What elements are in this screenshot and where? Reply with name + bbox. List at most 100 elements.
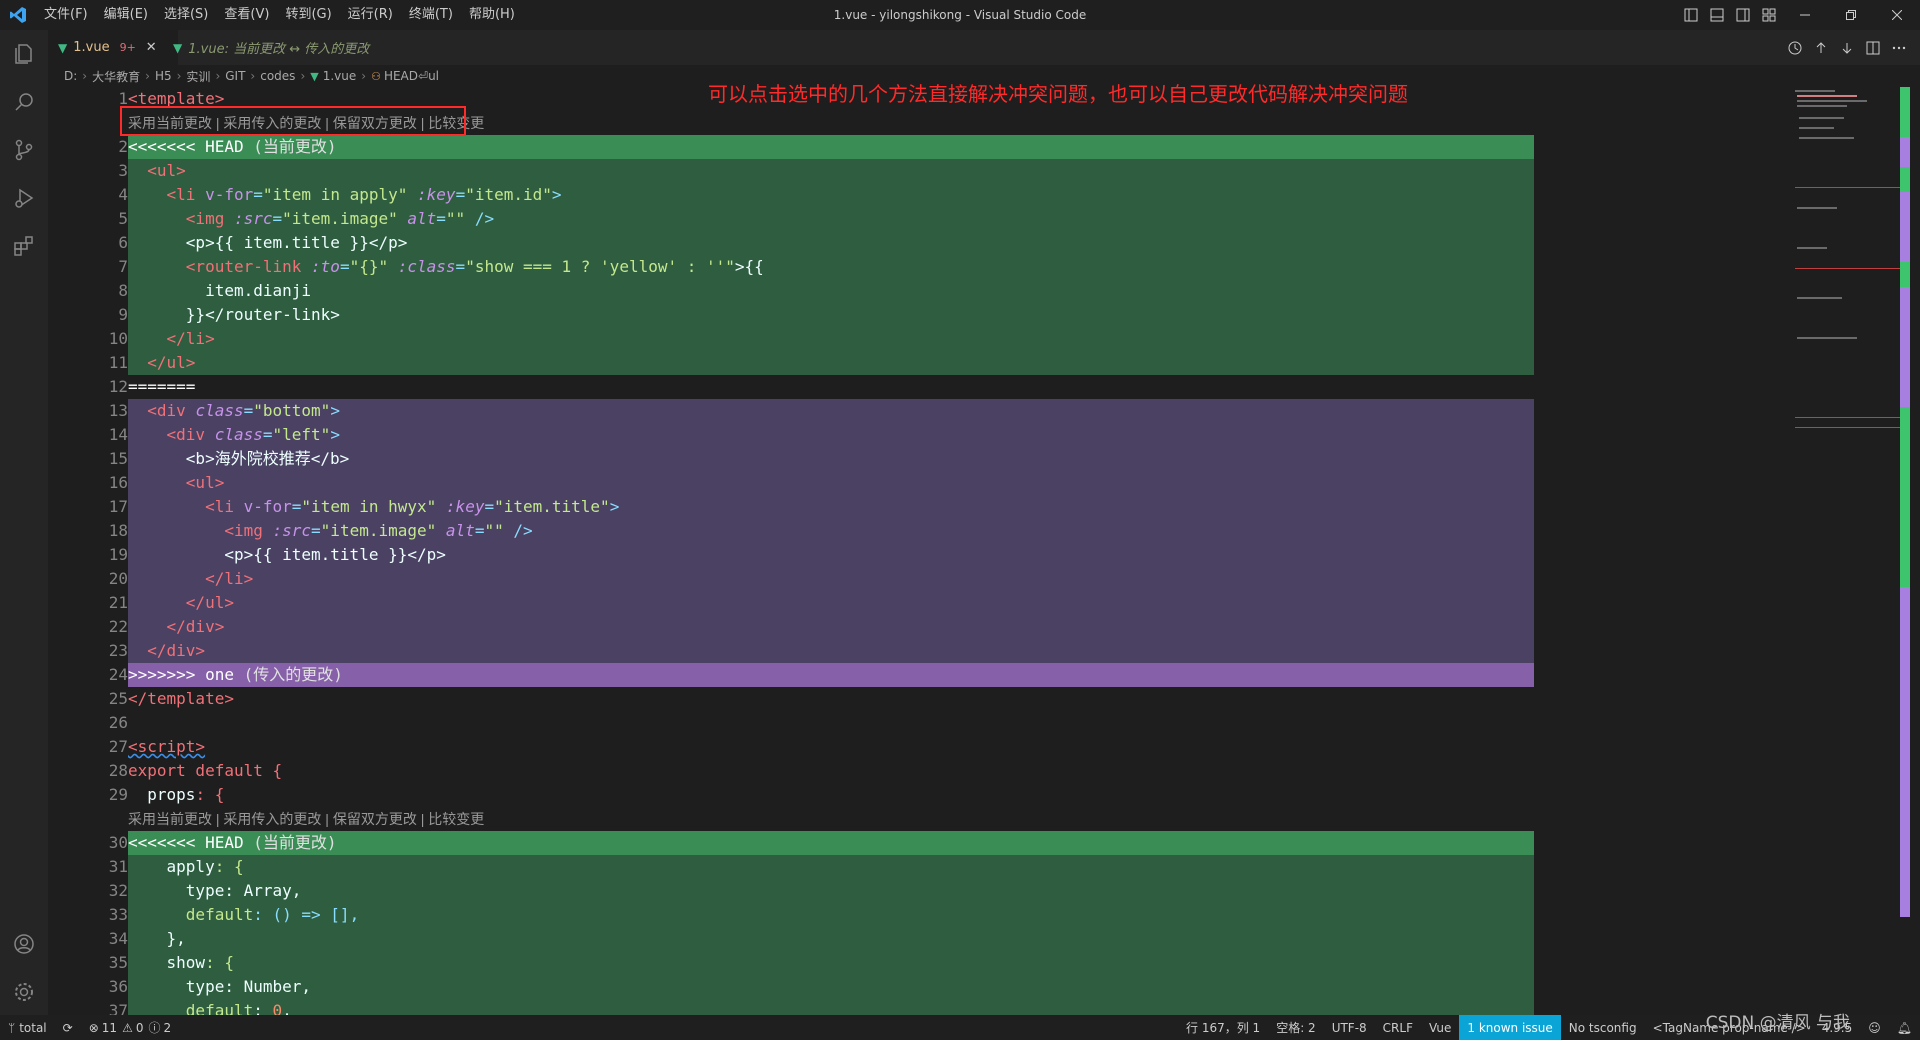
tab-label: 1.vue [73,40,110,55]
line-number: 17 [108,497,128,516]
code-line: <div class="bottom"> [128,399,1534,423]
breadcrumb-item[interactable]: 大华教育 [92,68,140,85]
conflict-marker: <<<<<<< HEAD [128,833,244,852]
restore-icon[interactable] [1828,0,1874,30]
line-number: 2 [118,137,128,156]
menu-bar: 文件(F) 编辑(E) 选择(S) 查看(V) 转到(G) 运行(R) 终端(T… [36,0,523,30]
code-token: :src [233,209,273,228]
minimap[interactable] [1785,87,1910,1015]
encoding[interactable]: UTF-8 [1324,1015,1375,1040]
menu-run[interactable]: 运行(R) [340,0,401,30]
menu-edit[interactable]: 编辑(E) [96,0,156,30]
code-line: <ul> [128,159,1534,183]
line-number: 12 [108,377,128,396]
minimize-icon[interactable] [1782,0,1828,30]
line-number: 8 [118,281,128,300]
next-change-icon[interactable] [1836,37,1858,59]
vue-file-icon: ▼ [58,40,68,55]
run-debug-icon[interactable] [0,174,48,222]
code-token: </template> [128,689,234,708]
close-tab-icon[interactable]: ✕ [146,40,157,55]
code-token: "item in apply" [262,185,408,204]
more-actions-icon[interactable] [1888,37,1910,59]
tab-merge-compare[interactable]: ▼ 1.vue: 当前更改 ↔ 传入的更改 [163,30,453,65]
accept-incoming-change-link[interactable]: 采用传入的更改 [223,811,321,827]
code-token: : Array, [224,881,302,900]
accept-current-change-link[interactable]: 采用当前更改 [128,811,212,827]
code-line: export default { [128,759,1785,783]
indentation[interactable]: 空格: 2 [1268,1015,1324,1040]
source-control-icon[interactable] [0,126,48,174]
toggle-sidebar-icon[interactable] [1678,0,1704,30]
code-token: class [195,401,244,420]
history-icon[interactable] [1784,37,1806,59]
minimap-line [1797,337,1857,339]
code-line: apply: { [128,855,1534,879]
accept-both-changes-link[interactable]: 保留双方更改 [333,811,417,827]
previous-change-icon[interactable] [1810,37,1832,59]
line-number: 27 [108,737,128,756]
language-mode[interactable]: Vue [1421,1015,1459,1040]
minimap-line [1797,105,1847,107]
settings-gear-icon[interactable] [0,968,48,1016]
customize-layout-icon[interactable] [1756,0,1782,30]
branch-indicator[interactable]: ᛘ total [0,1015,55,1040]
feedback-icon[interactable]: ☺ [1860,1015,1889,1040]
scrollbar-change-marker [1900,137,1910,167]
cursor-position[interactable]: 行 167，列 1 [1178,1015,1268,1040]
scrollbar-change-marker [1900,192,1910,262]
line-number: 10 [108,329,128,348]
split-editor-icon[interactable] [1862,37,1884,59]
menu-selection[interactable]: 选择(S) [156,0,216,30]
error-icon: ⊗ [88,1020,99,1035]
breadcrumb-item[interactable]: GIT [225,69,245,83]
editor-tabs: ▼ 1.vue 9+ ✕ ▼ 1.vue: 当前更改 ↔ 传入的更改 [48,30,1920,65]
code-editor[interactable]: 1 2 3 4 5 6 7 8 9 10 11 12 13 14 15 16 1… [48,87,1785,1015]
breadcrumb-item[interactable]: D: [64,69,77,83]
conflict-label: (当前更改) [253,833,337,852]
code-line: </div> [128,615,1534,639]
tab-1-vue[interactable]: ▼ 1.vue 9+ ✕ [48,30,178,65]
menu-file[interactable]: 文件(F) [36,0,96,30]
breadcrumb-item[interactable]: HEAD⏎ul [384,69,439,83]
code-line: type: Array, [128,879,1534,903]
highlight-box [120,106,466,136]
breadcrumb-item[interactable]: 1.vue [323,69,357,83]
compare-changes-link[interactable]: 比较变更 [428,811,484,827]
menu-go[interactable]: 转到(G) [277,0,339,30]
code-token: "" [445,209,466,228]
explorer-icon[interactable] [0,30,48,78]
account-icon[interactable] [0,920,48,968]
line-number: 18 [108,521,128,540]
sync-icon[interactable]: ⟳ [55,1015,81,1040]
menu-help[interactable]: 帮助(H) [461,0,523,30]
code-token: show [166,953,206,972]
code-line: </li> [128,327,1534,351]
conflict-marker: >>>>>>> one [128,665,234,684]
code-token: : { [195,785,225,804]
extensions-icon[interactable] [0,222,48,270]
menu-terminal[interactable]: 终端(T) [401,0,461,30]
notifications-bell-icon[interactable]: 🔔︎ [1889,1015,1920,1040]
line-number: 31 [108,857,128,876]
code-line: item.dianji [128,279,1534,303]
menu-view[interactable]: 查看(V) [216,0,277,30]
known-issue-badge[interactable]: 1 known issue [1459,1015,1561,1040]
search-icon[interactable] [0,78,48,126]
problems-indicator[interactable]: ⊗ 11 ⚠ 0 ⓘ 2 [81,1015,179,1040]
code-token: <img [185,209,225,228]
toggle-panel-icon[interactable] [1704,0,1730,30]
code-token: <img [224,521,263,540]
tsconfig-status[interactable]: No tsconfig [1561,1015,1645,1040]
breadcrumb-item[interactable]: 实训 [186,68,210,85]
code-line: </ul> [128,351,1534,375]
toggle-secondary-sidebar-icon[interactable] [1730,0,1756,30]
close-window-icon[interactable] [1874,0,1920,30]
breadcrumb-item[interactable]: codes [260,69,295,83]
line-ending[interactable]: CRLF [1375,1015,1421,1040]
code-token: <p>{{ item.title }}</p> [185,233,408,252]
line-number: 13 [108,401,128,420]
conflict-current-header: <<<<<<< HEAD (当前更改) [128,831,1534,855]
code-token: <div [166,425,206,444]
breadcrumb-item[interactable]: H5 [155,69,172,83]
